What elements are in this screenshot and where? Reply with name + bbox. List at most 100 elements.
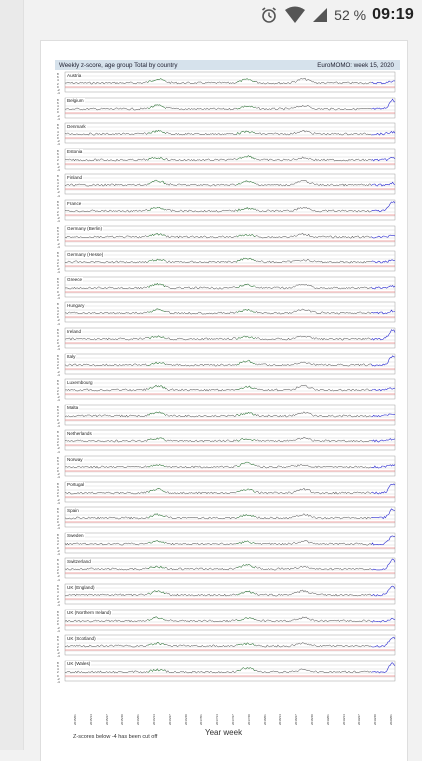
panel-frame [64, 634, 396, 656]
y-tick-label: -4 [57, 116, 60, 121]
recent-series [371, 80, 396, 85]
wifi-icon [284, 6, 306, 24]
y-tick-label: -4 [57, 679, 60, 684]
y-tick-labels: 8 6 4 2 0 -2 -4 [57, 405, 60, 428]
country-panel [64, 455, 396, 477]
y-tick-label: -4 [57, 500, 60, 505]
country-label: Sweden [66, 533, 85, 539]
y-tick-labels: 8 6 4 2 0 -2 -4 [57, 508, 60, 530]
panel-frame [64, 353, 396, 374]
country-panel [64, 404, 396, 425]
footnote: Z-scores below -4 has been cut off [73, 734, 158, 740]
panel-frame [64, 532, 396, 553]
recent-series [371, 617, 396, 623]
country-label: Malta [66, 405, 80, 411]
y-tick-labels: 8 6 4 2 0 -2 -4 [57, 431, 60, 453]
zscore-series [64, 104, 372, 111]
winter-peak-series [147, 668, 166, 673]
country-label: Hungary [66, 302, 86, 308]
y-tick-label: -4 [57, 526, 60, 531]
country-label: Ireland [66, 328, 83, 334]
country-label: Belgium [66, 98, 85, 104]
y-tick-labels: 8 6 4 2 0 -2 -4 [57, 354, 60, 377]
y-tick-label: -4 [57, 577, 60, 582]
figure-week-label: EuroMOMO: week 15, 2020 [317, 61, 394, 69]
panel-frame [64, 455, 396, 477]
winter-peak-series [236, 359, 256, 366]
panel-frame [64, 327, 396, 349]
winter-peak-series [147, 104, 166, 109]
y-tick-label: -4 [57, 372, 60, 377]
recent-series [371, 535, 396, 546]
country-panel [64, 353, 396, 374]
country-panel [64, 97, 396, 118]
y-tick-labels: 8 6 4 2 0 -2 -4 [57, 456, 60, 480]
country-panel [64, 148, 396, 169]
country-label: Austria [66, 72, 83, 78]
figure-header: Weekly z-score, age group Total by count… [55, 60, 400, 70]
y-tick-labels: 8 6 4 2 0 -2 -4 [57, 124, 60, 146]
x-tick-label: 2016/01 [136, 714, 141, 725]
y-tick-labels: 8 6 4 2 0 -2 -4 [57, 303, 60, 325]
country-panel [64, 609, 396, 630]
y-tick-labels: 8 6 4 2 0 -2 -4 [57, 72, 60, 95]
y-tick-label: -4 [57, 270, 60, 275]
country-panel [64, 225, 396, 246]
y-tick-label: -4 [57, 551, 60, 556]
country-label: Germany (Hesse) [66, 251, 105, 257]
panel-frame [64, 609, 396, 630]
country-panel [64, 378, 396, 400]
winter-peak-series [236, 590, 256, 596]
recent-series [371, 464, 396, 469]
recent-series [371, 483, 396, 494]
recent-series [371, 201, 396, 213]
y-tick-label: -4 [57, 654, 60, 659]
zscore-series [64, 667, 372, 674]
country-label: Spain [66, 507, 80, 513]
winter-peak-series [236, 130, 256, 135]
y-tick-labels: 8 6 4 2 0 -2 -4 [57, 175, 60, 197]
panel-frame [64, 506, 396, 528]
country-panel [64, 199, 396, 221]
x-tick-label: 2017/01 [199, 714, 204, 725]
zscore-series [64, 359, 372, 366]
country-panel [64, 250, 396, 272]
x-tick-label: 2019/40 [373, 714, 378, 725]
winter-peak-series [236, 564, 256, 569]
panel-frame [64, 583, 396, 605]
winter-peak-series [147, 78, 166, 83]
y-tick-labels: 8 6 4 2 0 -2 -4 [57, 277, 60, 300]
x-tick-label: 2018/01 [262, 714, 267, 725]
panel-frame [64, 404, 396, 425]
x-tick-label: 2016/14 [152, 714, 156, 725]
country-panel [64, 481, 396, 502]
recent-series [371, 182, 396, 187]
left-panel [0, 0, 24, 750]
panel-frame [64, 302, 396, 323]
winter-peak-series [147, 463, 166, 468]
country-panel [64, 558, 396, 579]
x-tick-label: 2016/40 [183, 714, 188, 725]
country-label: UK (Northern Ireland) [66, 610, 112, 616]
recent-series [371, 157, 396, 162]
y-tick-labels: 8 6 4 2 0 -2 -4 [57, 533, 60, 556]
country-label: UK (Wales) [66, 661, 92, 667]
winter-peak-series [147, 565, 166, 570]
x-tick-label: 2015/01 [73, 714, 77, 725]
winter-peak-series [236, 154, 256, 161]
y-tick-label: -4 [57, 142, 60, 147]
y-tick-labels: 8 6 4 2 0 -2 -4 [57, 380, 60, 402]
zscore-series [64, 487, 372, 495]
y-tick-label: -4 [57, 244, 60, 249]
recent-series [371, 559, 396, 571]
x-tick-label: 2015/27 [104, 714, 109, 725]
y-tick-label: -4 [57, 475, 60, 480]
winter-peak-series [236, 666, 256, 671]
winter-peak-series [236, 385, 256, 391]
country-label: UK (Scotland) [66, 635, 97, 641]
winter-peak-series [147, 385, 166, 390]
country-label: UK (England) [66, 584, 96, 590]
panel-frame [64, 276, 396, 297]
winter-peak-series [147, 487, 166, 493]
winter-peak-series [147, 616, 166, 621]
